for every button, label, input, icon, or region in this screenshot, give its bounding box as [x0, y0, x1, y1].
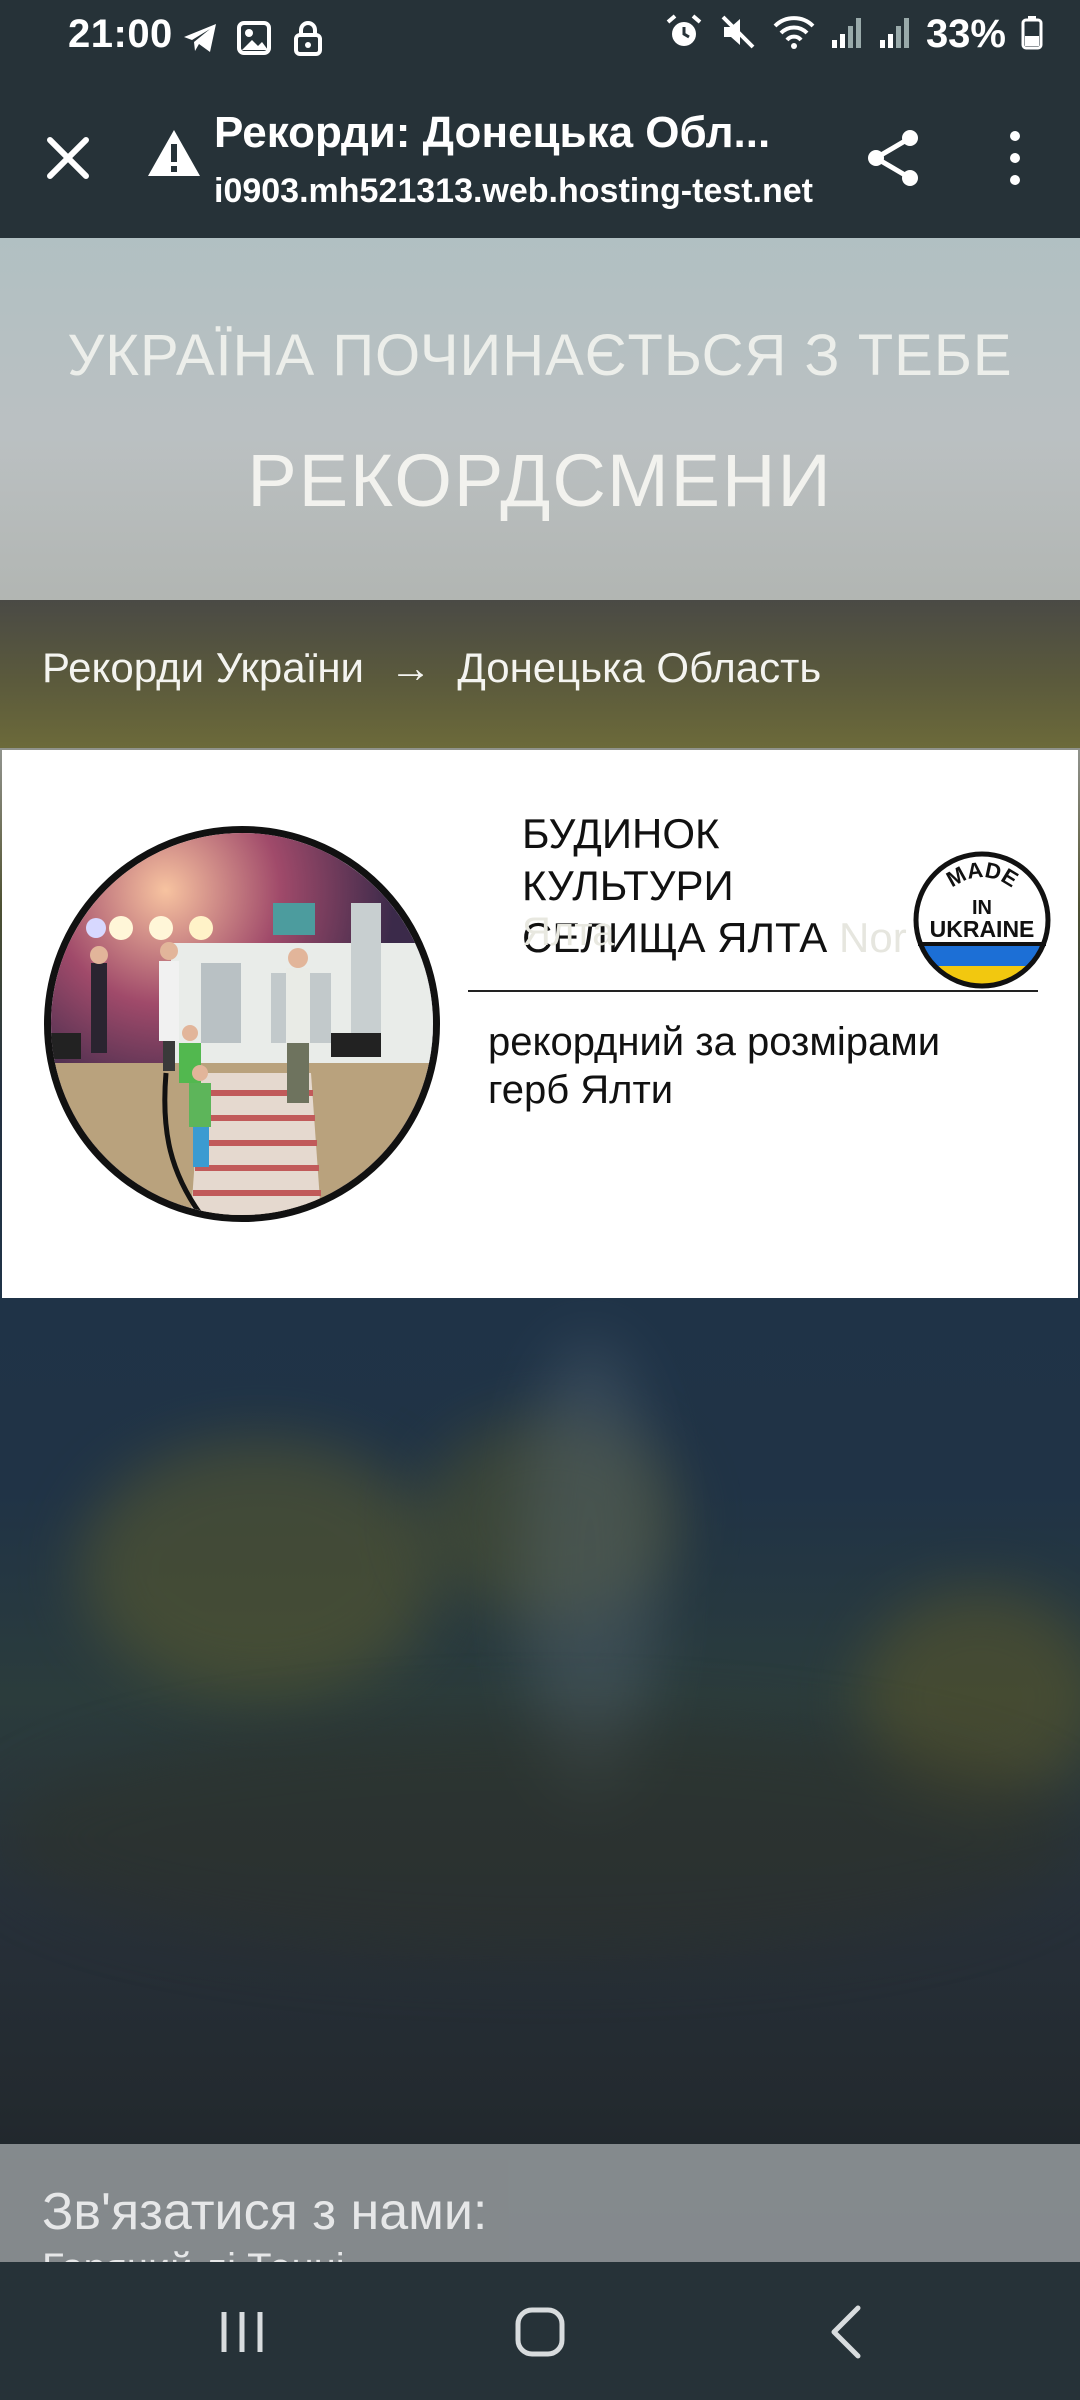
telegram-icon	[180, 18, 220, 63]
home-icon[interactable]	[500, 2292, 580, 2372]
record-title-ghost: Nor	[839, 914, 907, 961]
share-icon[interactable]	[862, 126, 926, 190]
breadcrumb-band: Рекорди України → Донецька Область	[0, 600, 1080, 748]
record-photo[interactable]	[44, 826, 440, 1222]
navigation-bar	[0, 2262, 1080, 2400]
signal-icon	[830, 12, 864, 57]
badge-text-ukraine: UKRAINE	[930, 916, 1035, 942]
back-icon[interactable]	[808, 2292, 888, 2372]
record-description: рекордний за розмірами герб Ялти	[488, 1020, 941, 1112]
status-bar: 21:00 33%	[0, 0, 1080, 80]
contact-partial[interactable]: Гарячий лі Тенні...	[42, 2246, 378, 2262]
web-page: УКРАЇНА ПОЧИНАЄТЬСЯ З ТЕБЕ РЕКОРДСМЕНИ Р…	[0, 238, 1080, 2262]
lock-icon	[288, 18, 328, 63]
made-in-ukraine-badge: MADE IN UKRAINE	[910, 848, 1054, 992]
status-left-icons	[180, 18, 328, 63]
battery-percent: 33%	[925, 12, 1006, 56]
recents-icon[interactable]	[202, 2292, 282, 2372]
page-title: Рекорди: Донецька Обл...	[214, 108, 771, 157]
signal-icon	[878, 12, 912, 57]
breadcrumb-root-link[interactable]: Рекорди України	[42, 644, 364, 692]
breadcrumb-current: Донецька Область	[457, 644, 822, 691]
footer: Зв'язатися з нами: Гарячий лі Тенні...	[0, 2144, 1080, 2262]
record-subtitle: Ялта	[522, 910, 615, 954]
breadcrumb-separator: →	[389, 644, 432, 691]
record-card[interactable]: БУДИНОК КУЛЬТУРИ СЕЛИЩА ЯЛТА Nor Ялта ре…	[2, 750, 1078, 1298]
breadcrumb: Рекорди України → Донецька Область	[42, 644, 821, 692]
alarm-icon	[664, 12, 704, 57]
hero-title: РЕКОРДСМЕНИ	[247, 439, 833, 522]
mute-icon	[718, 12, 758, 57]
warning-icon[interactable]	[146, 126, 202, 182]
wifi-icon	[772, 12, 816, 57]
background-blob	[0, 1718, 1080, 1958]
gallery-icon	[234, 18, 274, 63]
browser-toolbar: Рекорди: Донецька Обл... i0903.mh521313.…	[0, 80, 1080, 238]
record-title-line1: БУДИНОК КУЛЬТУРИ	[522, 810, 734, 909]
status-time: 21:00	[68, 12, 173, 56]
hero-banner: УКРАЇНА ПОЧИНАЄТЬСЯ З ТЕБЕ РЕКОРДСМЕНИ	[0, 238, 1080, 600]
close-icon[interactable]	[38, 128, 98, 188]
battery-icon	[1020, 12, 1044, 57]
contact-heading: Зв'язатися з нами:	[42, 2183, 488, 2241]
more-vertical-icon[interactable]	[990, 126, 1040, 190]
page-url[interactable]: i0903.mh521313.web.hosting-test.net	[214, 172, 814, 211]
hero-slogan: УКРАЇНА ПОЧИНАЄТЬСЯ З ТЕБЕ	[67, 323, 1013, 388]
status-right-icons: 33%	[664, 12, 1044, 57]
background-blob	[80, 1438, 440, 1698]
